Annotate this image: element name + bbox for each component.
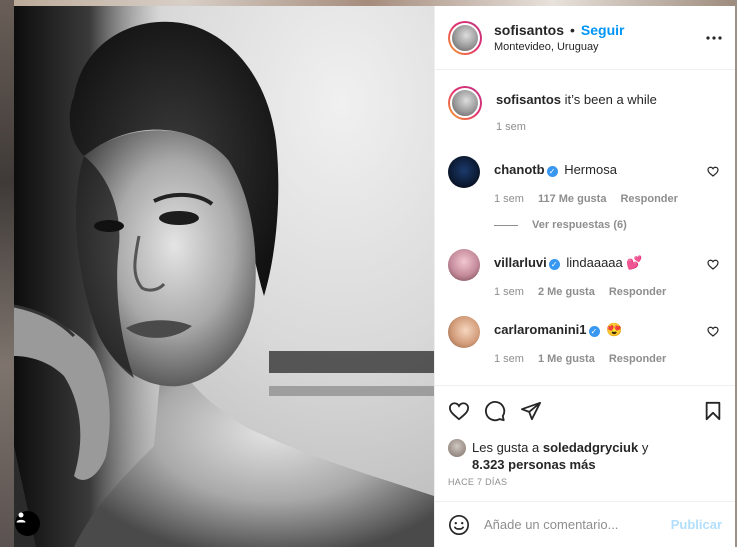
comment-avatar[interactable] xyxy=(448,249,480,281)
comments-list: sofisantos it’s been a while 1 sem chano… xyxy=(435,70,735,385)
comment-avatar[interactable] xyxy=(448,156,480,188)
heart-eyes-emoji: 😍 xyxy=(606,322,623,337)
post-location[interactable]: Montevideo, Uruguay xyxy=(494,41,706,53)
post-header: sofisantos • Seguir Montevideo, Uruguay xyxy=(435,6,735,70)
heart-icon[interactable] xyxy=(448,401,470,421)
view-replies-label: Ver respuestas (6) xyxy=(532,219,627,231)
reply-button[interactable]: Responder xyxy=(609,286,666,298)
more-options-icon[interactable] xyxy=(706,35,722,40)
comment-likes[interactable]: 117 Me gusta xyxy=(538,193,606,205)
bookmark-icon[interactable] xyxy=(704,401,722,421)
user-tag-icon xyxy=(16,512,26,523)
comment-time[interactable]: 1 sem xyxy=(494,193,524,205)
caption-item: sofisantos it’s been a while 1 sem xyxy=(448,86,722,156)
likes-prefix: Les gusta a xyxy=(472,440,540,455)
caption-avatar[interactable] xyxy=(448,86,482,120)
caption-text: it’s been a while xyxy=(564,92,657,107)
reply-button[interactable]: Responder xyxy=(609,353,666,365)
comment-text: Hermosa xyxy=(564,162,617,177)
comment-text: lindaaaaa xyxy=(566,255,623,270)
view-replies-button[interactable]: Ver respuestas (6) xyxy=(494,219,722,231)
comment-username[interactable]: chanotb xyxy=(494,162,545,177)
comment-likes[interactable]: 1 Me gusta xyxy=(538,353,595,365)
paper-plane-icon[interactable] xyxy=(520,401,542,421)
comment-time[interactable]: 1 sem xyxy=(494,286,524,298)
comment-avatar[interactable] xyxy=(448,316,480,348)
reply-button[interactable]: Responder xyxy=(620,193,677,205)
author-username[interactable]: sofisantos xyxy=(494,22,564,38)
likes-connector: y xyxy=(641,440,649,455)
comment-item: carlaromanini1 ✓ 😍 1 sem 1 Me gusta Respo… xyxy=(448,316,722,365)
comment-likes[interactable]: 2 Me gusta xyxy=(538,286,595,298)
emoji-smile-icon[interactable] xyxy=(448,514,470,536)
portrait-photo xyxy=(14,6,434,547)
two-hearts-emoji: 💕 xyxy=(626,255,643,270)
comment-like-heart-icon[interactable] xyxy=(707,326,719,337)
verified-badge-icon: ✓ xyxy=(588,326,600,337)
comment-bubble-icon[interactable] xyxy=(484,400,506,422)
publish-button[interactable]: Publicar xyxy=(671,517,722,532)
post-modal: sofisantos • Seguir Montevideo, Uruguay xyxy=(14,6,735,547)
verified-badge-icon: ✓ xyxy=(548,259,560,270)
comment-like-heart-icon[interactable] xyxy=(707,166,719,177)
caption-time[interactable]: 1 sem xyxy=(496,121,526,133)
post-side-panel: sofisantos • Seguir Montevideo, Uruguay xyxy=(434,6,735,547)
liker-username[interactable]: soledadgryciuk xyxy=(543,440,638,455)
add-comment-bar: Añade un comentario... Publicar xyxy=(435,501,735,547)
comment-time[interactable]: 1 sem xyxy=(494,353,524,365)
liker-avatar[interactable] xyxy=(448,439,466,457)
post-photo[interactable] xyxy=(14,6,434,547)
comment-username[interactable]: carlaromanini1 xyxy=(494,322,587,337)
likes-summary: Les gusta a soledadgryciuk y 8.323 perso… xyxy=(435,437,735,477)
comment-username[interactable]: villarluvi xyxy=(494,255,547,270)
comment-item: villarluvi ✓ lindaaaaa 💕 1 sem 2 Me gusta… xyxy=(448,249,722,298)
separator-dot: • xyxy=(570,22,575,38)
verified-badge-icon: ✓ xyxy=(546,166,558,177)
likes-others[interactable]: 8.323 personas más xyxy=(472,457,596,472)
caption-username[interactable]: sofisantos xyxy=(496,92,561,107)
comment-like-heart-icon[interactable] xyxy=(707,259,719,270)
comment-input[interactable]: Añade un comentario... xyxy=(484,517,671,532)
author-avatar[interactable] xyxy=(448,20,482,55)
follow-button[interactable]: Seguir xyxy=(581,22,625,38)
post-actions-bar xyxy=(435,385,735,435)
comment-item: chanotb ✓ Hermosa 1 sem 117 Me gusta Resp… xyxy=(448,156,722,205)
user-tag-button[interactable] xyxy=(15,511,40,536)
background-left-edge xyxy=(0,0,14,547)
